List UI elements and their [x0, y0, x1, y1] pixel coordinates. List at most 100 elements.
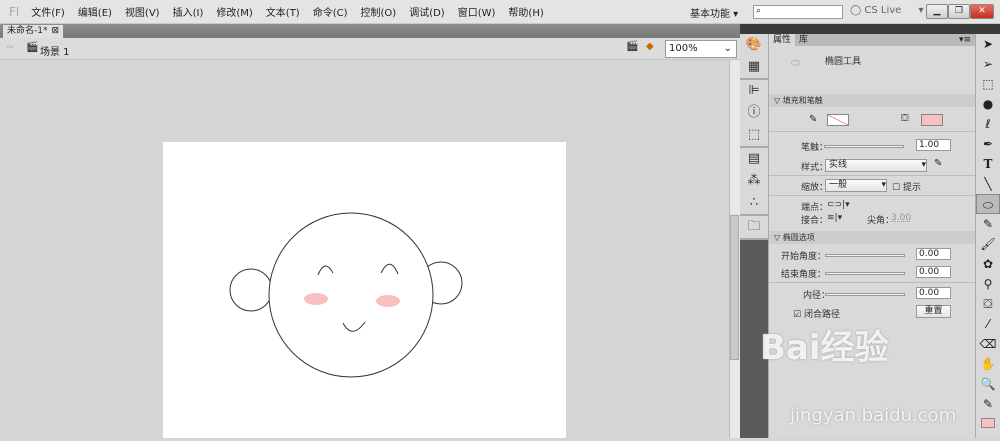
close-path-label: 闭合路径 [803, 310, 840, 320]
hand-tool-icon[interactable]: ✋ [976, 354, 1000, 374]
panel-menu-icon[interactable]: ▾≡ [955, 34, 975, 46]
oval-tool-icon: ⬭ [791, 58, 800, 69]
stroke-slider[interactable] [824, 145, 904, 148]
search-icon: ⌕ [756, 6, 762, 16]
line-tool-icon[interactable]: ╲ [976, 174, 1000, 194]
components-icon[interactable]: ⁂ [740, 170, 768, 192]
left-blush[interactable] [304, 293, 328, 305]
menu-debug[interactable]: 调试(D) [409, 4, 445, 19]
menu-modify[interactable]: 修改(M) [216, 4, 252, 19]
end-angle-slider[interactable] [825, 272, 905, 275]
menu-commands[interactable]: 命令(C) [313, 4, 348, 19]
edit-symbols-icon[interactable]: ◆ [646, 41, 654, 52]
paint-bucket-tool-icon[interactable]: ⛋ [976, 294, 1000, 314]
menu-view[interactable]: 视图(V) [125, 4, 160, 19]
stroke-color-tool-icon[interactable]: ✎ [976, 394, 1000, 414]
reset-button[interactable]: 重置 [916, 305, 951, 318]
end-angle-label: 结束角度： [781, 270, 827, 280]
eraser-tool-icon[interactable]: ⌫ [976, 334, 1000, 354]
miter-label: 尖角： [867, 216, 895, 226]
document-tab[interactable]: 未命名-1* ⊠ [3, 25, 64, 38]
zoom-tool-icon[interactable]: 🔍 [976, 374, 1000, 394]
start-angle-input[interactable]: 0.00 [916, 248, 951, 260]
stage[interactable] [163, 142, 566, 438]
menu-edit[interactable]: 编辑(E) [78, 4, 112, 19]
workspace-switcher[interactable]: 基本功能 ▾ [690, 5, 738, 20]
hint-checkbox[interactable]: ☐ 提示 [892, 180, 921, 193]
zoom-select[interactable]: 100% ⌄ [665, 40, 737, 58]
stroke-input[interactable]: 1.00 [916, 139, 951, 151]
menu-control[interactable]: 控制(O) [361, 4, 397, 19]
edit-stroke-icon[interactable]: ✎ [934, 158, 942, 169]
free-transform-tool-icon[interactable]: ⬚ [976, 74, 1000, 94]
cs-live-icon: ◯ [850, 5, 862, 16]
info-icon[interactable]: ⓘ [740, 102, 768, 124]
cap-select[interactable]: ⊂⊃|▾ [827, 200, 850, 210]
face-circle[interactable] [268, 212, 434, 378]
scale-select[interactable]: 一般 ▾ [825, 179, 887, 192]
tools-panel: ➤ ➢ ⬚ ● ℓ ✒ T ╲ ⬭ ✎ 🖌 ✿ ⚲ ⛋ ⁄ ⌫ ✋ 🔍 ✎ [975, 34, 1000, 438]
scale-label: 缩放： [801, 183, 829, 193]
motion-presets-icon[interactable]: ∴ [740, 192, 768, 214]
3d-rotation-tool-icon[interactable]: ● [976, 94, 1000, 114]
start-angle-slider[interactable] [825, 254, 905, 257]
search-input[interactable]: ⌕ [753, 5, 843, 19]
stroke-color-swatch[interactable] [827, 114, 849, 126]
zoom-value: 100% [669, 43, 698, 54]
close-tab-icon[interactable]: ⊠ [51, 25, 59, 38]
style-label: 样式： [801, 163, 829, 173]
tab-properties[interactable]: 属性 [769, 34, 796, 46]
color-icon[interactable]: 🎨 [740, 34, 768, 56]
panel-icon-strip: 🎨 ▦ ⊫ ⓘ ⬚ ▤ ⁂ ∴ 🗀 [740, 34, 768, 438]
eyedropper-tool-icon[interactable]: ⁄ [976, 314, 1000, 334]
back-arrow-icon[interactable]: ⇐ [6, 42, 14, 53]
code-snippets-icon[interactable]: ▤ [740, 148, 768, 170]
end-angle-input[interactable]: 0.00 [916, 266, 951, 278]
pencil-icon: ✎ [809, 114, 818, 125]
selection-tool-icon[interactable]: ➤ [976, 34, 1000, 54]
fill-color-swatch[interactable] [921, 114, 943, 126]
inner-radius-slider[interactable] [825, 293, 905, 296]
transform-icon[interactable]: ⬚ [740, 124, 768, 146]
subselection-tool-icon[interactable]: ➢ [976, 54, 1000, 74]
tab-library[interactable]: 库 [795, 34, 812, 46]
menu-text[interactable]: 文本(T) [266, 4, 300, 19]
text-tool-icon[interactable]: T [976, 154, 1000, 174]
bone-tool-icon[interactable]: ⚲ [976, 274, 1000, 294]
watermark-url: jingyan.baidu.com [790, 405, 957, 426]
oval-options-section-header[interactable]: ▽ 椭圆选项 [769, 231, 975, 244]
scale-value: 一般 [829, 180, 848, 190]
paint-bucket-icon: ⛋ [901, 113, 909, 124]
drawing [229, 212, 463, 378]
edit-bar: ⇐ 🎬 场景 1 🎬 ◆ [0, 38, 740, 60]
scrollbar-thumb[interactable] [730, 215, 739, 360]
menu-window[interactable]: 窗口(W) [458, 4, 496, 19]
left-ear[interactable] [229, 268, 273, 312]
menu-file[interactable]: 文件(F) [31, 4, 65, 19]
lasso-tool-icon[interactable]: ℓ [976, 114, 1000, 134]
menu-insert[interactable]: 插入(I) [173, 4, 204, 19]
project-icon[interactable]: 🗀 [740, 216, 768, 238]
fill-color-tool-icon[interactable] [976, 414, 1000, 434]
swatches-icon[interactable]: ▦ [740, 56, 768, 78]
edit-scene-icon[interactable]: 🎬 [626, 41, 638, 52]
document-tab-label: 未命名-1* [7, 26, 48, 36]
cs-live-button[interactable]: ◯ CS Live ▾ [850, 5, 924, 16]
fill-stroke-section-header[interactable]: ▽ 填充和笔触 [769, 94, 975, 107]
minimize-button[interactable]: ▁ [926, 4, 948, 19]
close-button[interactable]: ✕ [970, 4, 994, 19]
brush-tool-icon[interactable]: 🖌 [976, 234, 1000, 254]
pen-tool-icon[interactable]: ✒ [976, 134, 1000, 154]
align-icon[interactable]: ⊫ [740, 80, 768, 102]
style-select[interactable]: 实线 ▾ [825, 159, 927, 172]
miter-value[interactable]: 3.00 [891, 213, 911, 223]
deco-tool-icon[interactable]: ✿ [976, 254, 1000, 274]
close-path-checkbox[interactable]: ☑ 闭合路径 [793, 307, 840, 320]
right-blush[interactable] [376, 295, 400, 307]
inner-radius-input[interactable]: 0.00 [916, 287, 951, 299]
menu-help[interactable]: 帮助(H) [508, 4, 543, 19]
pencil-tool-icon[interactable]: ✎ [976, 214, 1000, 234]
join-select[interactable]: ≋|▾ [827, 213, 842, 223]
restore-button[interactable]: ❐ [948, 4, 970, 19]
oval-tool-icon[interactable]: ⬭ [976, 194, 1000, 214]
